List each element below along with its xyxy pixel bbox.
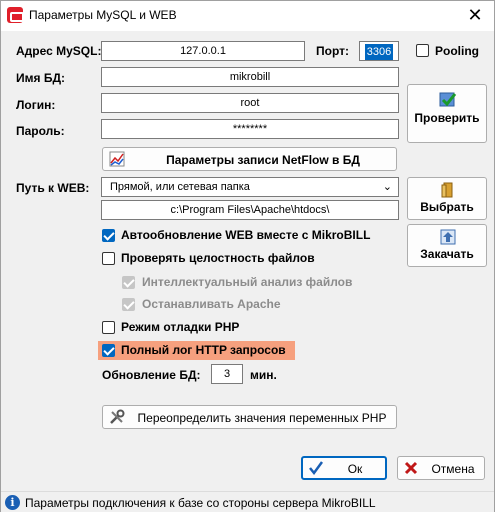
cross-icon — [404, 461, 418, 475]
ok-button[interactable]: Ок — [301, 456, 387, 480]
status-bar: i Параметры подключения к базе со сторон… — [1, 491, 494, 512]
choose-button[interactable]: Выбрать — [407, 177, 487, 220]
password-input[interactable]: ******** — [101, 119, 399, 139]
php-vars-button-label: Переопределить значения переменных PHP — [137, 411, 387, 425]
stop-apache-checkbox[interactable] — [122, 298, 135, 311]
chevron-down-icon: ⌄ — [382, 181, 392, 193]
upload-icon — [440, 229, 456, 245]
dbname-input[interactable]: mikrobill — [101, 67, 399, 87]
checkmark-icon — [309, 461, 324, 476]
dbname-label: Имя БД: — [16, 71, 66, 85]
info-icon: i — [5, 495, 20, 510]
check-integrity-checkbox[interactable] — [102, 252, 115, 265]
app-icon — [7, 7, 24, 23]
status-text: Параметры подключения к базе со стороны … — [25, 496, 376, 510]
web-mode-value: Прямой, или сетевая папка — [110, 181, 250, 193]
pooling-label: Pooling — [435, 44, 479, 58]
choose-button-label: Выбрать — [420, 200, 474, 214]
port-label: Порт: — [316, 44, 349, 58]
upload-button-label: Закачать — [420, 247, 474, 261]
intelligent-analysis-label: Интеллектуальный анализ файлов — [142, 275, 353, 289]
port-value: 3306 — [364, 44, 394, 60]
password-label: Пароль: — [16, 124, 65, 138]
php-debug-label: Режим отладки PHP — [121, 320, 240, 334]
full-http-log-checkbox[interactable] — [102, 344, 115, 357]
web-mode-select[interactable]: Прямой, или сетевая папка ⌄ — [101, 177, 399, 197]
php-debug-checkbox[interactable] — [102, 321, 115, 334]
login-input[interactable]: root — [101, 93, 399, 113]
ok-button-label: Ок — [347, 462, 363, 476]
folder-icon — [441, 182, 453, 198]
pooling-checkbox[interactable] — [416, 44, 429, 57]
close-button[interactable]: ✕ — [456, 1, 494, 31]
cancel-button-label: Отмена — [431, 462, 475, 476]
full-http-log-label: Полный лог HTTP запросов — [121, 343, 286, 357]
tools-icon — [110, 409, 125, 424]
title-bar: Параметры MySQL и WEB ✕ — [1, 1, 494, 31]
check-db-icon — [439, 92, 457, 107]
db-update-label: Обновление БД: — [102, 368, 201, 382]
chart-icon — [109, 151, 125, 167]
upload-button[interactable]: Закачать — [407, 224, 487, 267]
check-button[interactable]: Проверить — [407, 84, 487, 143]
intelligent-analysis-checkbox[interactable] — [122, 276, 135, 289]
php-vars-button[interactable]: Переопределить значения переменных PHP — [102, 405, 397, 429]
auto-update-web-checkbox[interactable] — [102, 229, 115, 242]
auto-update-web-label: Автообновление WEB вместе с MikroBILL — [121, 228, 371, 242]
db-update-unit: мин. — [250, 368, 277, 382]
web-path-input[interactable]: c:\Program Files\Apache\htdocs\ — [101, 200, 399, 220]
window-title: Параметры MySQL и WEB — [29, 8, 177, 22]
login-label: Логин: — [16, 98, 56, 112]
web-path-label: Путь к WEB: — [16, 181, 90, 195]
check-integrity-label: Проверять целостность файлов — [121, 251, 315, 265]
netflow-button-label: Параметры записи NetFlow в БД — [166, 153, 360, 167]
netflow-button[interactable]: Параметры записи NetFlow в БД — [102, 147, 397, 171]
stop-apache-label: Останавливать Apache — [142, 297, 281, 311]
port-input[interactable]: 3306 — [359, 41, 399, 61]
cancel-button[interactable]: Отмена — [397, 456, 485, 480]
check-button-label: Проверить — [414, 111, 480, 125]
host-label: Адрес MySQL: — [16, 44, 102, 58]
settings-dialog: Параметры MySQL и WEB ✕ Адрес MySQL: 127… — [0, 0, 495, 512]
host-input[interactable]: 127.0.0.1 — [101, 41, 305, 61]
db-update-input[interactable]: 3 — [211, 364, 243, 384]
